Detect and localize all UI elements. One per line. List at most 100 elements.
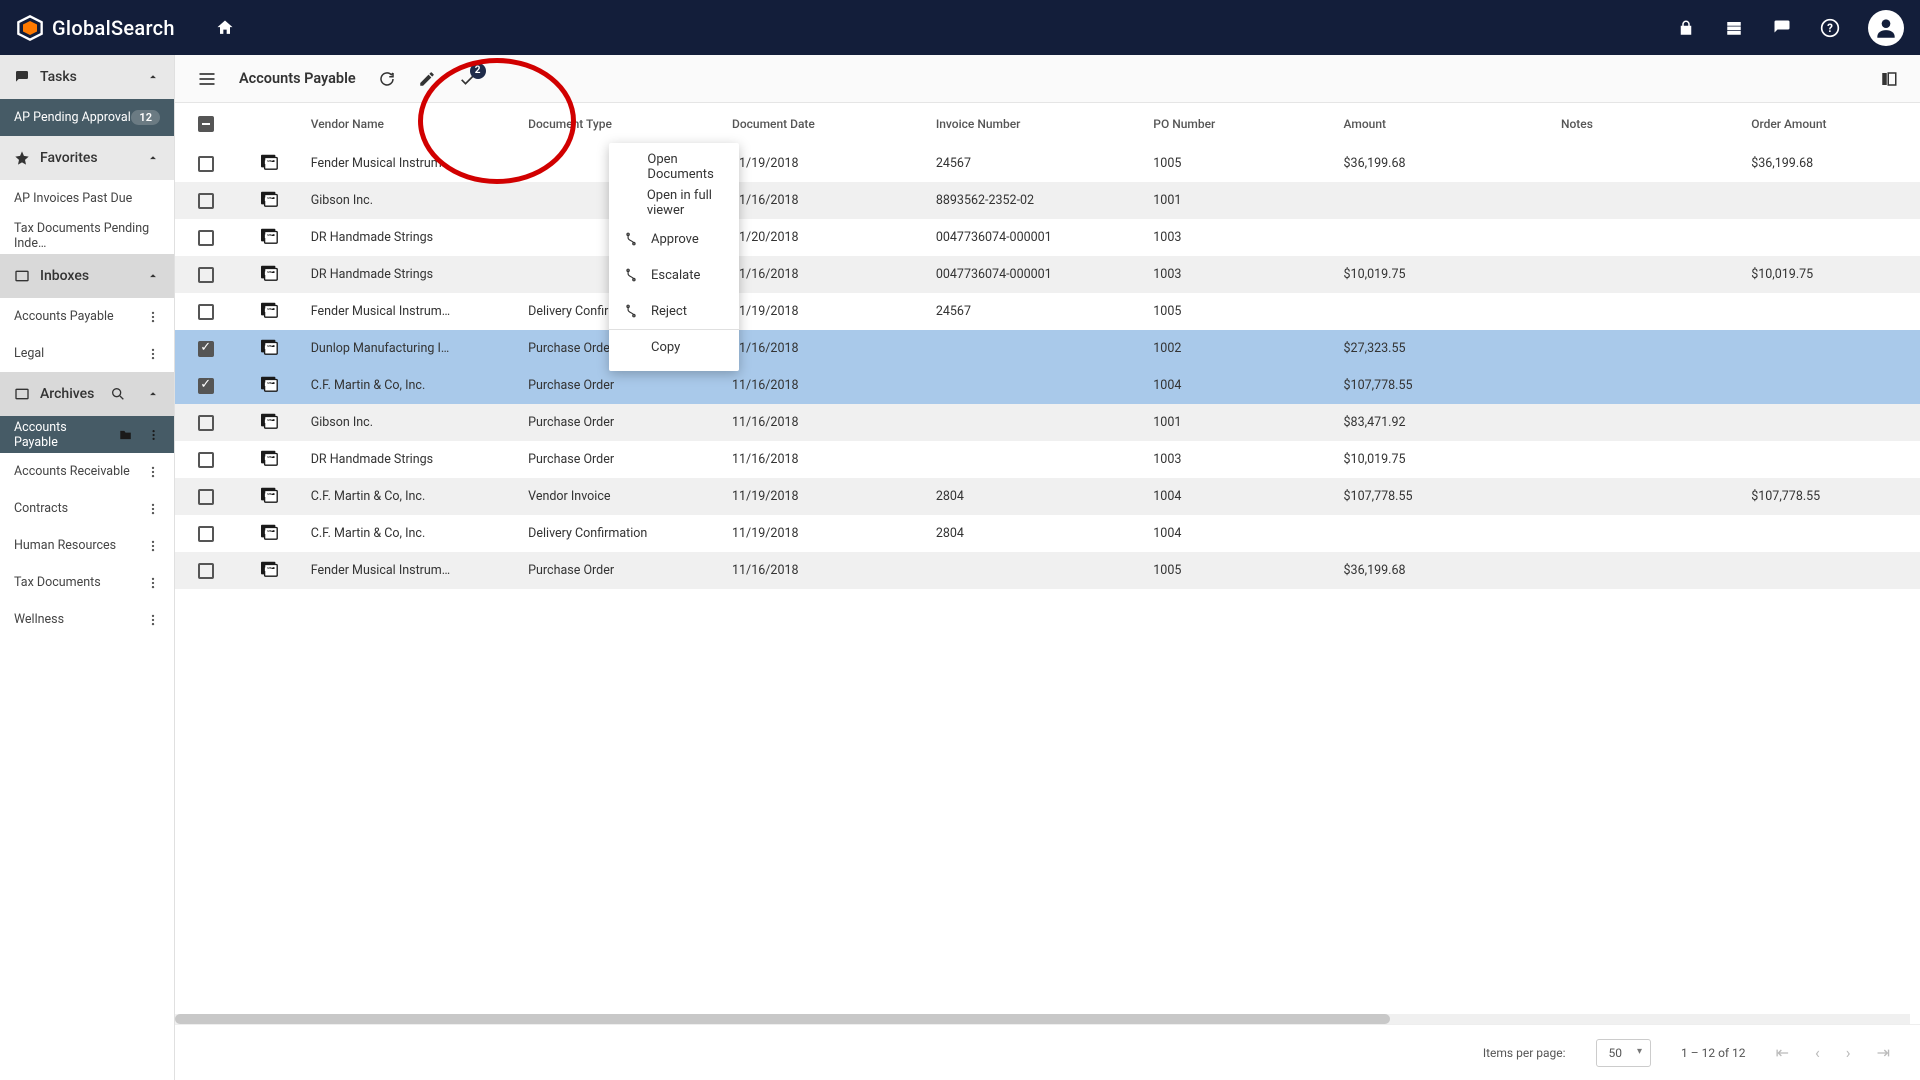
last-page-button[interactable]: ⇥ — [1877, 1043, 1890, 1062]
column-settings-button[interactable] — [1880, 70, 1898, 88]
sidebar-section-favorites[interactable]: Favorites — [0, 136, 174, 180]
search-icon[interactable] — [110, 386, 126, 402]
help-icon[interactable]: ? — [1820, 18, 1840, 38]
sidebar-archive-item[interactable]: Human Resources — [0, 527, 174, 564]
sidebar-section-archives[interactable]: Archives — [0, 372, 174, 416]
context-menu-item[interactable]: Escalate — [609, 257, 739, 293]
table-row[interactable]: PDFGibson Inc.11/16/20188893562-2352-021… — [175, 182, 1920, 219]
refresh-button[interactable] — [378, 70, 396, 88]
row-checkbox[interactable] — [198, 267, 214, 283]
table-row[interactable]: PDFGibson Inc.Purchase Order11/16/201810… — [175, 404, 1920, 441]
cell-amount: $36,199.68 — [1336, 552, 1553, 589]
sidebar-archive-item-selected[interactable]: Accounts Payable — [0, 416, 174, 453]
sidebar-inbox-item[interactable]: Accounts Payable — [0, 298, 174, 335]
table-row[interactable]: PDFDR Handmade Strings11/16/201800477360… — [175, 256, 1920, 293]
sidebar-archive-item[interactable]: Accounts Receivable — [0, 453, 174, 490]
column-header[interactable]: Amount — [1336, 103, 1553, 145]
document-type-icon[interactable]: PDF — [259, 412, 281, 430]
sidebar-archive-item[interactable]: Tax Documents — [0, 564, 174, 601]
sidebar-section-tasks[interactable]: Tasks — [0, 55, 174, 99]
row-checkbox[interactable] — [198, 193, 214, 209]
row-checkbox[interactable] — [198, 415, 214, 431]
menu-button[interactable] — [197, 69, 217, 89]
items-per-page-select[interactable]: 50 — [1596, 1039, 1652, 1067]
sidebar-inbox-item[interactable]: Legal — [0, 335, 174, 372]
svg-text:PDF: PDF — [265, 159, 274, 165]
table-row[interactable]: PDFFender Musical Instrum…Purchase Order… — [175, 552, 1920, 589]
logo[interactable]: GlobalSearch — [16, 14, 175, 42]
row-checkbox[interactable] — [198, 341, 214, 357]
context-menu-item[interactable]: Approve — [609, 221, 739, 257]
row-checkbox[interactable] — [198, 526, 214, 542]
context-menu-item[interactable]: Open in full viewer — [609, 185, 739, 221]
sidebar-section-label: Inboxes — [40, 268, 89, 284]
more-vert-icon[interactable] — [146, 310, 160, 324]
more-vert-icon[interactable] — [146, 576, 160, 590]
svg-text:PDF: PDF — [265, 381, 274, 387]
home-button[interactable] — [215, 18, 235, 38]
document-type-icon[interactable]: PDF — [259, 190, 281, 208]
document-type-icon[interactable]: PDF — [259, 560, 281, 578]
more-vert-icon[interactable] — [146, 502, 160, 516]
items-per-page-label: Items per page: — [1483, 1046, 1566, 1060]
cell-vendor: Fender Musical Instrum… — [303, 145, 520, 182]
row-checkbox[interactable] — [198, 304, 214, 320]
prev-page-button[interactable]: ‹ — [1815, 1043, 1820, 1062]
table-row[interactable]: PDFC.F. Martin & Co, Inc.Delivery Confir… — [175, 515, 1920, 552]
sidebar-archive-item[interactable]: Contracts — [0, 490, 174, 527]
row-checkbox[interactable] — [198, 563, 214, 579]
column-header[interactable]: Invoice Number — [928, 103, 1145, 145]
document-type-icon[interactable]: PDF — [259, 486, 281, 504]
sidebar-favorite-item[interactable]: Tax Documents Pending Inde… — [0, 217, 174, 254]
document-type-icon[interactable]: PDF — [259, 375, 281, 393]
more-vert-icon[interactable] — [146, 613, 160, 627]
sidebar-favorite-item[interactable]: AP Invoices Past Due — [0, 180, 174, 217]
horizontal-scrollbar[interactable] — [175, 1014, 1910, 1024]
column-header[interactable]: Vendor Name — [303, 103, 520, 145]
user-avatar[interactable] — [1868, 10, 1904, 46]
column-header[interactable]: Document Type — [520, 103, 724, 145]
document-type-icon[interactable]: PDF — [259, 523, 281, 541]
column-header[interactable]: Document Date — [724, 103, 928, 145]
table-row[interactable]: PDFC.F. Martin & Co, Inc.Vendor Invoice1… — [175, 478, 1920, 515]
batch-action-button[interactable]: 2 — [458, 69, 478, 89]
table-row[interactable]: PDFFender Musical Instrum…Delivery Confi… — [175, 293, 1920, 330]
more-vert-icon[interactable] — [146, 465, 160, 479]
edit-button[interactable] — [418, 70, 436, 88]
row-checkbox[interactable] — [198, 489, 214, 505]
column-header[interactable]: PO Number — [1145, 103, 1335, 145]
document-type-icon[interactable]: PDF — [259, 264, 281, 282]
context-menu-item[interactable]: Reject — [609, 293, 739, 329]
table-row[interactable]: PDFDR Handmade Strings11/20/201800477360… — [175, 219, 1920, 256]
column-header[interactable]: Order Amount — [1743, 103, 1920, 145]
lock-icon[interactable] — [1676, 18, 1696, 38]
document-type-icon[interactable]: PDF — [259, 227, 281, 245]
more-vert-icon[interactable] — [146, 347, 160, 361]
storage-icon[interactable] — [1724, 18, 1744, 38]
table-row[interactable]: PDFDR Handmade StringsPurchase Order11/1… — [175, 441, 1920, 478]
sidebar-section-inboxes[interactable]: Inboxes — [0, 254, 174, 298]
sidebar-archive-item[interactable]: Wellness — [0, 601, 174, 638]
document-type-icon[interactable]: PDF — [259, 338, 281, 356]
sidebar-task-item[interactable]: AP Pending Approval 12 — [0, 99, 174, 136]
more-vert-icon[interactable] — [147, 428, 160, 442]
select-all-checkbox[interactable] — [198, 116, 214, 132]
table-row[interactable]: PDFDunlop Manufacturing I…Purchase Order… — [175, 330, 1920, 367]
row-checkbox[interactable] — [198, 452, 214, 468]
more-vert-icon[interactable] — [146, 539, 160, 553]
announcement-icon[interactable] — [1772, 18, 1792, 38]
table-row[interactable]: PDFC.F. Martin & Co, Inc.Purchase Order1… — [175, 367, 1920, 404]
document-type-icon[interactable]: PDF — [259, 153, 281, 171]
cell-notes — [1553, 182, 1743, 219]
row-checkbox[interactable] — [198, 230, 214, 246]
table-row[interactable]: PDFFender Musical Instrum…11/19/20182456… — [175, 145, 1920, 182]
context-menu-item[interactable]: Open Documents — [609, 149, 739, 185]
row-checkbox[interactable] — [198, 378, 214, 394]
row-checkbox[interactable] — [198, 156, 214, 172]
context-menu-item[interactable]: Copy — [609, 329, 739, 365]
document-type-icon[interactable]: PDF — [259, 449, 281, 467]
document-type-icon[interactable]: PDF — [259, 301, 281, 319]
first-page-button[interactable]: ⇤ — [1776, 1043, 1789, 1062]
column-header[interactable]: Notes — [1553, 103, 1743, 145]
next-page-button[interactable]: › — [1846, 1043, 1851, 1062]
